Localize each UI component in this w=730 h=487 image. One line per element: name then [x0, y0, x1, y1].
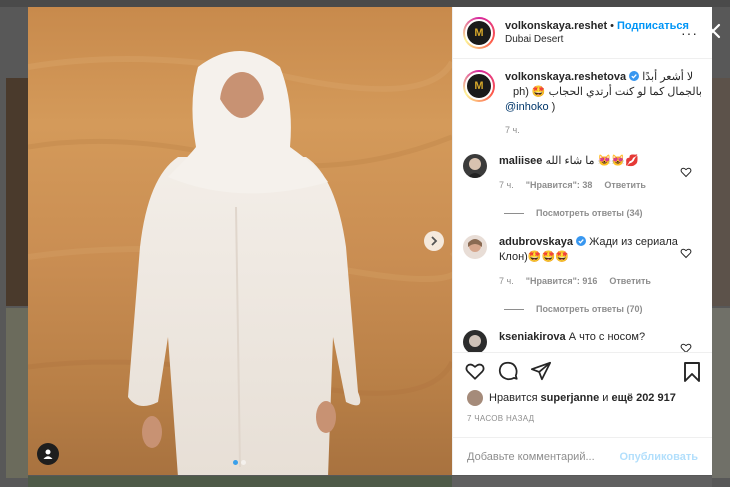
caption-mention[interactable]: @inhoko — [505, 101, 549, 113]
background-thumbnail[interactable] — [712, 78, 730, 306]
comment-text: А что с носом? — [568, 331, 646, 343]
comment-avatar[interactable] — [463, 330, 487, 352]
follow-separator: • — [610, 20, 614, 32]
publish-button[interactable]: Опубликовать — [619, 451, 698, 463]
background-thumbnail[interactable] — [6, 308, 28, 478]
view-replies-label: Посмотреть ответы (70) — [536, 304, 643, 314]
comment-likes[interactable]: "Нравится": 916 — [526, 274, 598, 289]
comment-username[interactable]: kseniakirova — [499, 331, 566, 343]
comment-item: maliisee ما شاء الله 😻😻💋 7 ч. "Нравится"… — [453, 154, 712, 193]
like-heart-icon[interactable] — [680, 342, 692, 352]
like-heart-icon[interactable] — [464, 360, 486, 382]
background-header — [0, 0, 730, 7]
post-photo[interactable] — [28, 7, 452, 475]
comment-avatar[interactable] — [463, 154, 487, 178]
next-photo-button[interactable] — [424, 231, 444, 251]
caption-text-line2: بالجمال كما لو كنت أرتدي الحجاب 🤩 (ph — [512, 86, 702, 98]
post-location[interactable]: Dubai Desert — [505, 33, 689, 47]
carousel-dot-active — [233, 460, 238, 465]
background-thumbnail[interactable] — [712, 308, 730, 478]
reply-button[interactable]: Ответить — [609, 274, 651, 289]
comment-item: kseniakirova А что с носом? — [453, 330, 712, 352]
share-paper-plane-icon[interactable] — [530, 360, 552, 382]
user-icon — [43, 449, 53, 459]
like-heart-icon[interactable] — [680, 166, 692, 178]
follow-button[interactable]: Подписаться — [617, 20, 689, 32]
likes-prefix: Нравится — [489, 392, 538, 404]
comment-bubble-icon[interactable] — [497, 360, 519, 382]
post-timestamp[interactable]: 7 ЧАСОВ НАЗАД — [467, 414, 534, 423]
view-replies-button[interactable]: Посмотреть ответы (34) — [504, 208, 712, 218]
view-replies-button[interactable]: Посмотреть ответы (70) — [504, 304, 712, 314]
likes-middle: и — [599, 392, 612, 404]
author-avatar-logo: M — [465, 18, 493, 47]
carousel-indicator — [233, 460, 246, 465]
post-modal: M volkonskaya.reshet • Подписаться Dubai D… — [28, 7, 712, 475]
author-avatar[interactable]: M — [463, 16, 495, 49]
comment-likes[interactable]: "Нравится": 38 — [526, 178, 593, 193]
action-bar — [453, 352, 712, 389]
likes-summary: Нравится superjanne и ещё 202 917 — [467, 390, 676, 406]
background-thumbnail[interactable] — [452, 476, 712, 487]
comment-avatar[interactable] — [463, 235, 487, 259]
like-heart-icon[interactable] — [680, 247, 692, 259]
comments-list[interactable]: M volkonskaya.reshetova لا أشعر أبدًا با… — [453, 60, 712, 352]
liker-username[interactable]: superjanne — [541, 392, 600, 404]
carousel-dot — [241, 460, 246, 465]
verified-badge-icon — [576, 236, 587, 246]
photo-scene — [28, 51, 452, 475]
likes-count[interactable]: ещё 202 917 — [612, 392, 676, 404]
author-username[interactable]: volkonskaya.reshet — [505, 20, 607, 32]
liker-avatar[interactable] — [467, 390, 483, 406]
caption-username[interactable]: volkonskaya.reshetova — [505, 71, 626, 83]
caption-time[interactable]: 7 ч. — [505, 123, 702, 138]
more-options-button[interactable]: ··· — [681, 25, 698, 41]
tagged-users-button[interactable] — [37, 443, 59, 465]
caption-text-line1: لا أشعر أبدًا — [642, 71, 694, 83]
bookmark-icon[interactable] — [682, 361, 702, 383]
comment-input[interactable] — [467, 450, 620, 463]
background-thumbnail[interactable] — [28, 476, 452, 487]
reply-button[interactable]: Ответить — [604, 178, 646, 193]
background-thumbnail[interactable] — [6, 78, 28, 306]
comment-username[interactable]: adubrovskaya — [499, 236, 573, 248]
add-comment-bar: Опубликовать — [453, 437, 712, 475]
caption-avatar-logo: M — [465, 72, 493, 100]
view-replies-label: Посмотреть ответы (34) — [536, 208, 643, 218]
caption-avatar[interactable]: M — [463, 70, 495, 102]
comment-username[interactable]: maliisee — [499, 155, 542, 167]
comment-time[interactable]: 7 ч. — [499, 178, 514, 193]
comment-time[interactable]: 7 ч. — [499, 274, 514, 289]
post-caption: M volkonskaya.reshetova لا أشعر أبدًا با… — [453, 60, 712, 138]
verified-badge-icon — [629, 71, 640, 81]
caption-closing: ) — [548, 101, 556, 113]
comment-item: adubrovskaya Жади из сериала Клон)🤩🤩🤩 7 … — [453, 235, 712, 289]
post-header: M volkonskaya.reshet • Подписаться Dubai D… — [453, 7, 712, 59]
post-sidebar: M volkonskaya.reshet • Подписаться Dubai D… — [452, 7, 712, 475]
comment-text: ما شاء الله 😻😻💋 — [545, 155, 639, 167]
chevron-right-icon — [431, 236, 438, 246]
